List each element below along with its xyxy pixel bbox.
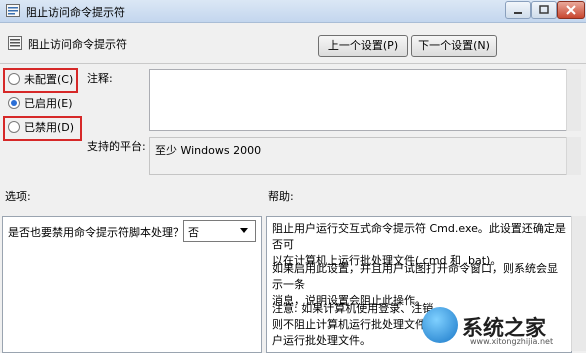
platform-scrollbar[interactable]	[566, 137, 581, 175]
next-setting-button[interactable]: 下一个设置(N)	[411, 35, 497, 57]
comment-label: 注释:	[87, 72, 113, 85]
watermark-url: www.xitongzhijia.net	[470, 337, 554, 346]
radio-label: 已启用(E)	[24, 97, 73, 110]
option-question: 是否也要禁用命令提示符脚本处理？	[8, 226, 184, 239]
help-label: 帮助:	[268, 190, 294, 203]
radio-button-selected-icon	[8, 97, 20, 109]
close-icon	[566, 5, 576, 15]
previous-setting-button[interactable]: 上一个设置(P)	[318, 35, 408, 57]
radio-enabled[interactable]: 已启用(E)	[8, 96, 73, 112]
supported-platform-label: 支持的平台:	[87, 140, 146, 153]
divider	[0, 63, 586, 64]
comment-textarea[interactable]	[149, 69, 569, 131]
supported-platform-value: 至少 Windows 2000	[155, 144, 262, 157]
highlight-box	[3, 68, 78, 93]
comment-scrollbar[interactable]	[566, 69, 581, 131]
watermark-logo-icon	[422, 307, 458, 343]
maximize-icon	[539, 5, 549, 14]
highlight-box	[3, 116, 82, 141]
options-label: 选项:	[5, 190, 31, 203]
maximize-button[interactable]	[531, 1, 557, 19]
window-title: 阻止访问命令提示符	[26, 6, 125, 19]
minimize-icon	[514, 12, 522, 14]
policy-setting-icon	[8, 36, 22, 50]
help-scrollbar[interactable]	[571, 216, 586, 351]
setting-title: 阻止访问命令提示符	[28, 38, 127, 51]
close-button[interactable]	[557, 1, 585, 19]
minimize-button[interactable]	[505, 1, 531, 19]
select-value: 否	[188, 226, 199, 239]
policy-icon	[6, 4, 20, 17]
chevron-down-icon[interactable]	[240, 228, 248, 233]
